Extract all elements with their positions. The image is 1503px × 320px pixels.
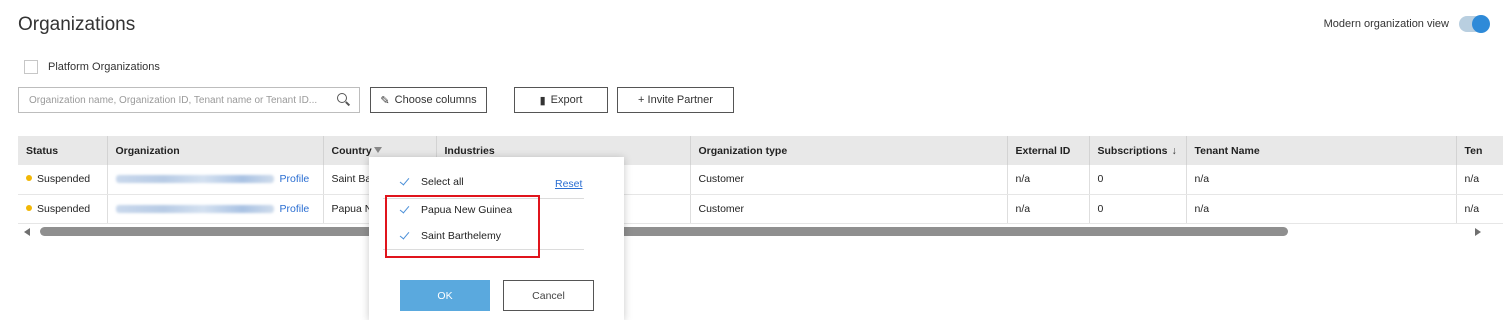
cell-organization: Profile: [107, 165, 324, 195]
cell-status: Suspended: [18, 194, 108, 224]
header-status[interactable]: Status: [18, 136, 108, 165]
cell-subscriptions: 0: [1089, 194, 1187, 224]
modern-view-label: Modern organization view: [1323, 18, 1449, 30]
cell-subscriptions: 0: [1089, 165, 1187, 195]
export-label: Export: [550, 94, 583, 106]
select-all-option[interactable]: Select all: [399, 176, 464, 188]
invite-partner-button[interactable]: + Invite Partner: [617, 87, 734, 113]
highlight-annotation-box: [385, 195, 540, 258]
cell-organization-type: Customer: [690, 194, 1008, 224]
cell-external-id: n/a: [1007, 165, 1090, 195]
status-suspended-icon: [26, 175, 32, 182]
profile-link[interactable]: Profile: [280, 173, 310, 185]
choose-columns-button[interactable]: ✎ Choose columns: [370, 87, 487, 113]
export-button[interactable]: ▮ Export: [514, 87, 608, 113]
reset-link[interactable]: Reset: [555, 178, 582, 190]
modern-view-toggle-group: Modern organization view: [1323, 15, 1490, 33]
table-row[interactable]: Suspended Profile Saint Ba Customer n/a …: [18, 165, 1503, 195]
search-icon[interactable]: [337, 93, 351, 107]
header-tenant-name[interactable]: Tenant Name: [1186, 136, 1457, 165]
file-icon: ▮: [539, 94, 546, 107]
horizontal-scrollbar[interactable]: [18, 226, 1503, 238]
platform-organizations-filter: Platform Organizations: [24, 60, 160, 74]
organization-name-redacted[interactable]: [115, 175, 274, 184]
modern-view-toggle[interactable]: [1459, 15, 1490, 33]
cell-organization: Profile: [107, 194, 324, 224]
header-organization[interactable]: Organization: [107, 136, 324, 165]
scrollbar-thumb[interactable]: [40, 227, 1288, 236]
filter-icon[interactable]: [373, 146, 382, 153]
cell-external-id: n/a: [1007, 194, 1090, 224]
cancel-button[interactable]: Cancel: [503, 280, 594, 311]
toggle-knob: [1472, 15, 1490, 33]
table-row[interactable]: Suspended Profile Papua N Customer n/a 0…: [18, 194, 1503, 224]
scroll-right-icon[interactable]: [1475, 228, 1481, 236]
header-subscriptions-label: Subscriptions: [1097, 144, 1168, 157]
cell-tenant-name: n/a: [1186, 165, 1457, 195]
header-tenant-extra[interactable]: Ten: [1456, 136, 1503, 165]
checkmark-icon: [399, 176, 411, 188]
page-title: Organizations: [18, 14, 136, 35]
ok-button[interactable]: OK: [400, 280, 490, 311]
cell-tenant-name: n/a: [1186, 194, 1457, 224]
invite-partner-label: + Invite Partner: [638, 94, 713, 106]
status-text: Suspended: [37, 173, 91, 186]
platform-organizations-label: Platform Organizations: [48, 61, 160, 73]
cell-organization-type: Customer: [690, 165, 1008, 195]
country-filter-popup: Select all Reset Papua New Guinea Saint …: [369, 157, 624, 320]
profile-link[interactable]: Profile: [280, 203, 310, 215]
cell-tenant-extra: n/a: [1456, 194, 1503, 224]
cell-status: Suspended: [18, 165, 108, 195]
table-header-row: Status Organization Country Industries O…: [18, 136, 1503, 165]
platform-organizations-checkbox[interactable]: [24, 60, 38, 74]
header-country-label: Country: [331, 144, 372, 157]
search-box: [18, 87, 360, 113]
header-organization-type[interactable]: Organization type: [690, 136, 1008, 165]
search-input[interactable]: [29, 94, 337, 106]
header-subscriptions[interactable]: Subscriptions ↓: [1089, 136, 1187, 165]
sort-down-icon: ↓: [1171, 144, 1177, 157]
status-suspended-icon: [26, 204, 32, 211]
scroll-left-icon[interactable]: [24, 228, 30, 236]
header-external-id[interactable]: External ID: [1007, 136, 1090, 165]
organizations-table: Status Organization Country Industries O…: [18, 136, 1503, 236]
status-text: Suspended: [37, 202, 91, 215]
choose-columns-label: Choose columns: [394, 94, 477, 106]
select-all-label: Select all: [421, 176, 464, 188]
toolbar: ✎ Choose columns ▮ Export + Invite Partn…: [18, 87, 734, 113]
cell-tenant-extra: n/a: [1456, 165, 1503, 195]
organization-name-redacted[interactable]: [115, 204, 274, 213]
edit-icon: ✎: [380, 94, 390, 107]
